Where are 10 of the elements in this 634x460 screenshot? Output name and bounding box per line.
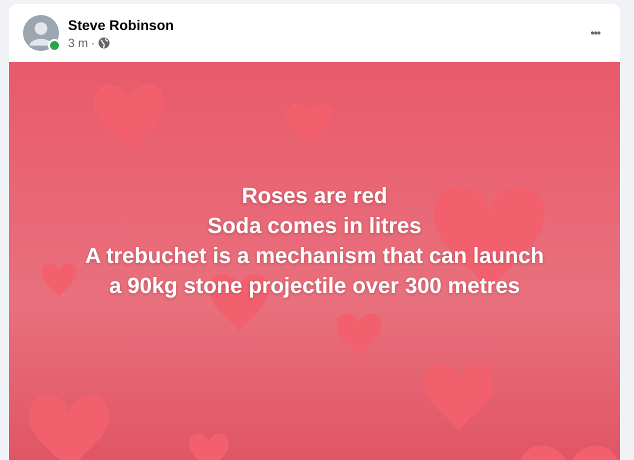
separator: · <box>91 36 96 50</box>
post-text-line: Soda comes in litres <box>208 212 422 240</box>
globe-icon <box>98 36 110 48</box>
more-options-button[interactable]: ••• <box>584 22 606 44</box>
author-name[interactable]: Steve Robinson <box>68 16 576 32</box>
post-text-line: a 90kg stone projectile over 300 metres <box>109 272 520 300</box>
post-time[interactable]: 3 m <box>68 36 88 50</box>
post-text-line: Roses are red <box>242 182 388 210</box>
post-text-line: A trebuchet is a mechanism that can launch <box>85 242 544 270</box>
avatar-icon[interactable] <box>23 15 59 51</box>
